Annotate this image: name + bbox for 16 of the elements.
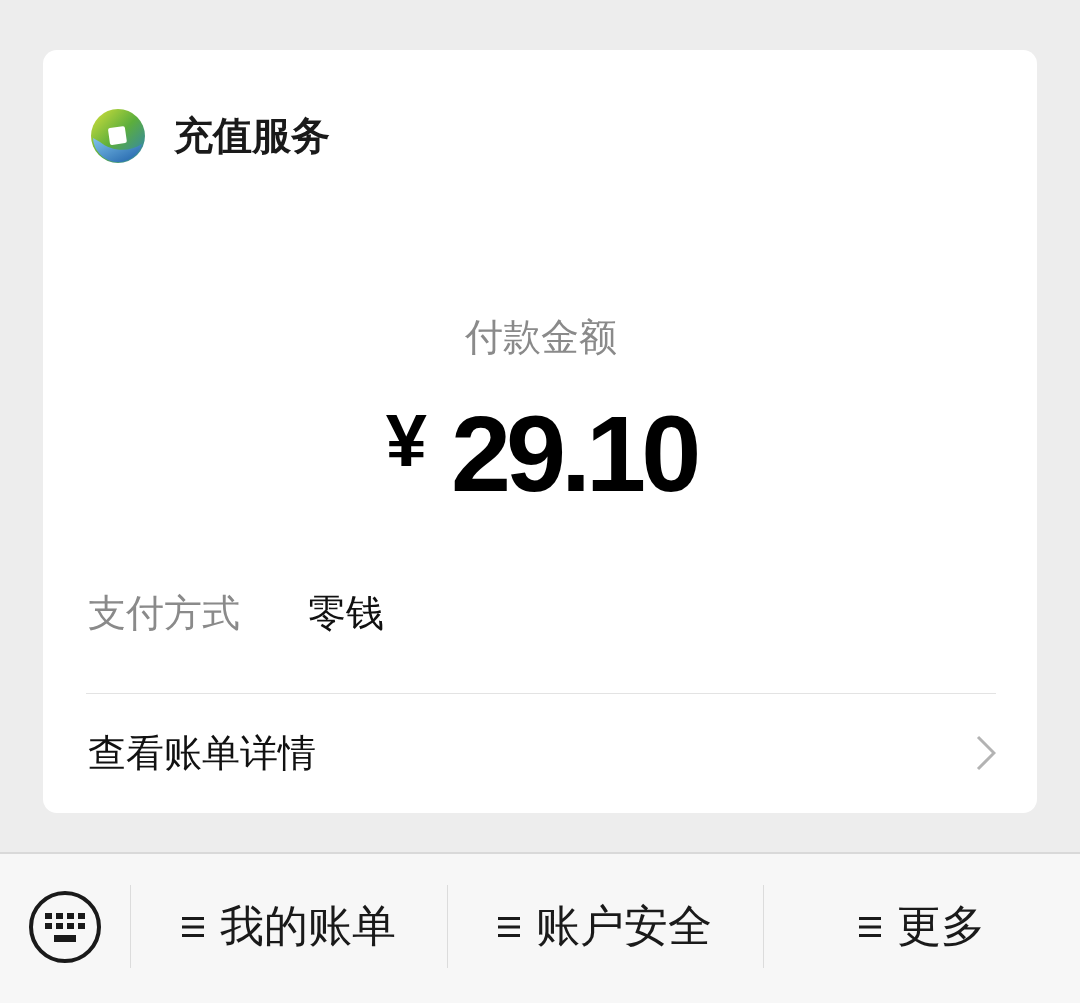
bill-details-row[interactable]: 查看账单详情 xyxy=(86,694,996,812)
menu-tab[interactable]: 我的账单 xyxy=(130,885,447,968)
chevron-right-icon xyxy=(976,735,996,771)
detail-value: 零钱 xyxy=(308,590,384,636)
menu-tab[interactable]: 账户安全 xyxy=(446,885,764,968)
menu-icon xyxy=(181,916,204,937)
merchant-name: 充值服务 xyxy=(174,113,330,159)
currency-symbol: ¥ xyxy=(385,404,427,478)
menu-icon xyxy=(859,916,882,937)
amount-value: 29.10 xyxy=(450,400,697,508)
menu-icon xyxy=(498,916,521,937)
amount-label: 付款金额 xyxy=(465,314,617,360)
circle-logo-icon xyxy=(90,108,146,164)
detail-label: 支付方式 xyxy=(88,590,241,636)
keyboard-icon xyxy=(29,890,101,963)
menu-tab[interactable]: 更多 xyxy=(763,885,1080,968)
